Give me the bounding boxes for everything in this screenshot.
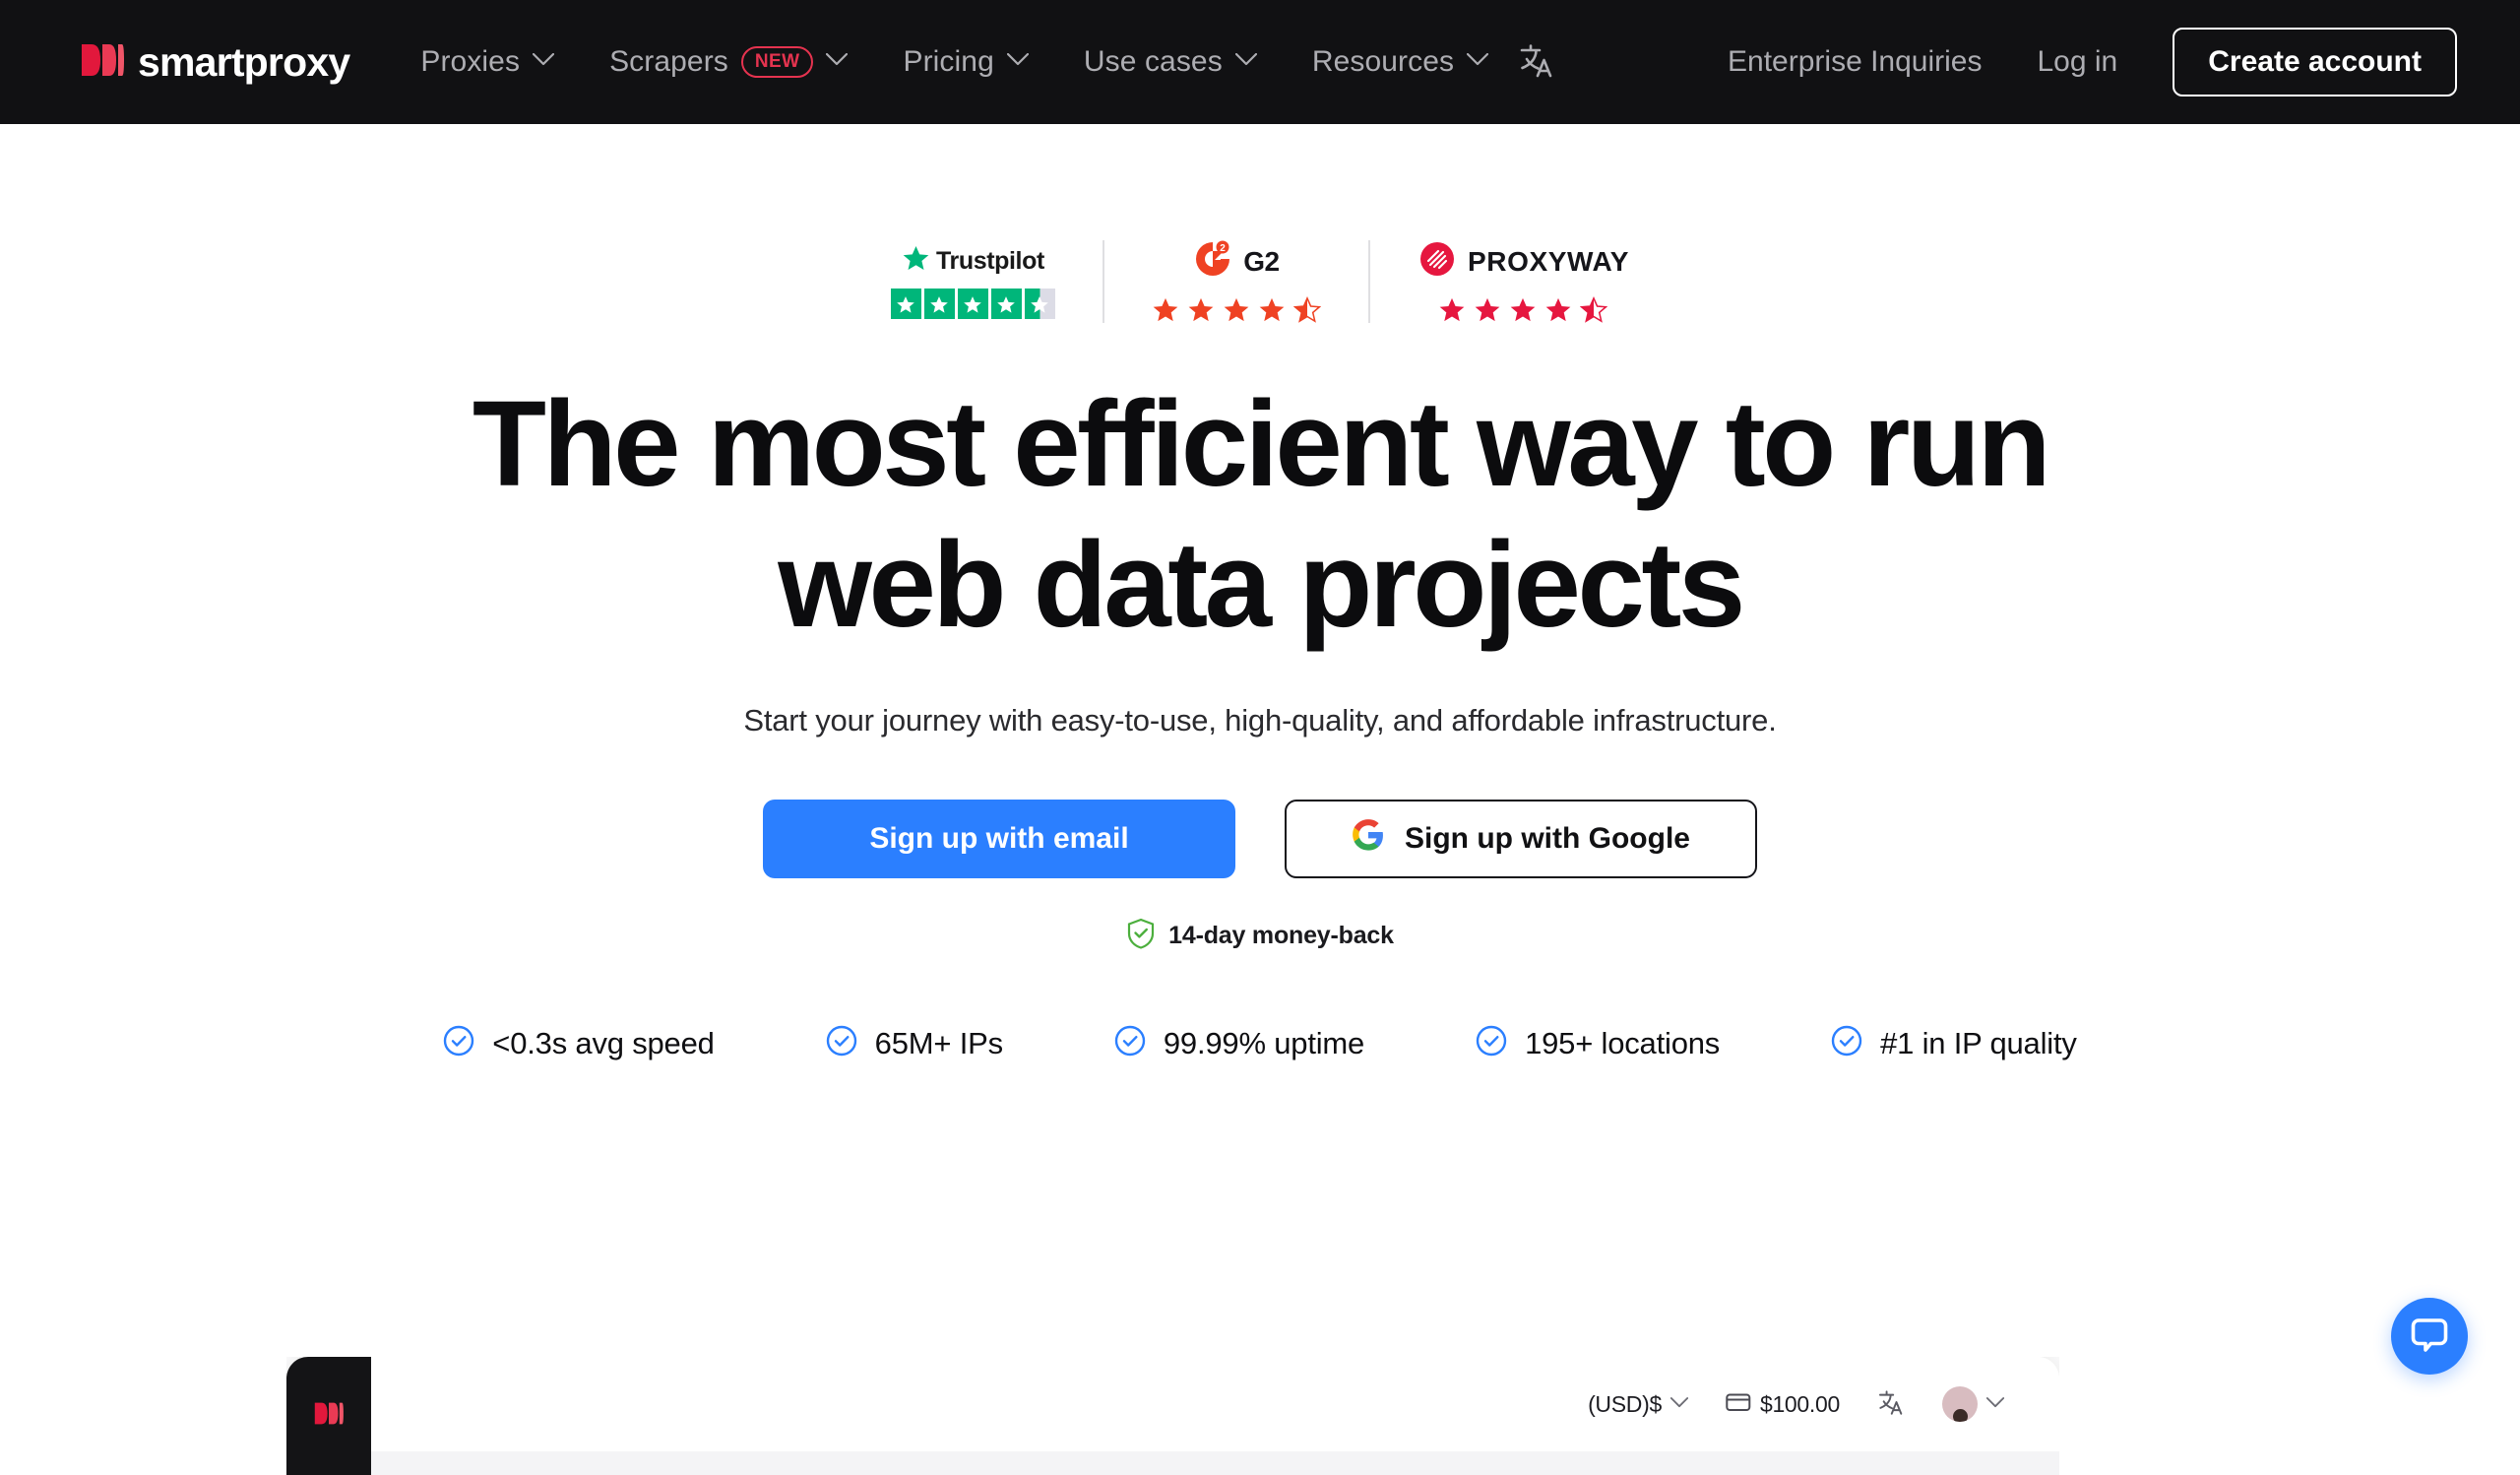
trust-badge-name: G2 bbox=[1243, 246, 1279, 278]
create-account-button[interactable]: Create account bbox=[2173, 28, 2457, 96]
g2-logo-icon: 2 bbox=[1193, 239, 1232, 284]
feature-label: #1 in IP quality bbox=[1880, 1026, 2077, 1061]
nav-item-label: Resources bbox=[1312, 45, 1454, 79]
brand-logo[interactable]: smartproxy bbox=[81, 42, 349, 83]
google-g-icon bbox=[1352, 818, 1385, 860]
feature-item-avg-speed: <0.3s avg speed bbox=[443, 1025, 714, 1061]
smartproxy-waves-logo-icon bbox=[81, 43, 124, 82]
sign-up-with-email-button[interactable]: Sign up with email bbox=[763, 800, 1235, 878]
page-subtitle: Start your journey with easy-to-use, hig… bbox=[0, 703, 2520, 738]
sign-up-with-google-label: Sign up with Google bbox=[1405, 822, 1690, 856]
nav-item-label: Scrapers bbox=[609, 45, 728, 79]
check-circle-icon bbox=[826, 1025, 857, 1061]
feature-label: 99.99% uptime bbox=[1164, 1026, 1364, 1061]
feature-item-locations: 195+ locations bbox=[1476, 1025, 1720, 1061]
mockup-topbar: (USD)$ $100.00 bbox=[371, 1357, 2059, 1451]
avatar bbox=[1942, 1386, 1978, 1422]
translate-icon[interactable] bbox=[1518, 41, 1555, 84]
new-badge: NEW bbox=[741, 46, 814, 78]
nav-item-proxies[interactable]: Proxies bbox=[420, 45, 554, 79]
chevron-down-icon bbox=[1235, 53, 1257, 71]
trust-badge-name: PROXYWAY bbox=[1468, 246, 1629, 278]
smartproxy-waves-logo-icon bbox=[314, 1402, 344, 1430]
check-circle-icon bbox=[1831, 1025, 1862, 1061]
sign-up-with-google-button[interactable]: Sign up with Google bbox=[1285, 800, 1757, 878]
g2-rating-stars bbox=[1152, 296, 1321, 324]
feature-label: <0.3s avg speed bbox=[492, 1026, 714, 1061]
trust-badge-proxyway[interactable]: PROXYWAY bbox=[1370, 239, 1676, 324]
wallet-icon bbox=[1726, 1391, 1751, 1418]
currency-selector[interactable]: (USD)$ bbox=[1588, 1391, 1688, 1418]
page-title: The most efficient way to run web data p… bbox=[0, 375, 2520, 656]
check-circle-icon bbox=[1476, 1025, 1507, 1061]
check-circle-icon bbox=[443, 1025, 474, 1061]
chevron-down-icon bbox=[1986, 1395, 2004, 1413]
check-circle-icon bbox=[1114, 1025, 1146, 1061]
trust-badges: Trustpilot 2 bbox=[0, 239, 2520, 324]
mockup-sidebar bbox=[286, 1357, 371, 1475]
nav-item-enterprise-inquiries[interactable]: Enterprise Inquiries bbox=[1728, 45, 1982, 79]
nav-item-label: Pricing bbox=[903, 45, 993, 79]
proxyway-logo-icon bbox=[1418, 239, 1457, 284]
chevron-down-icon bbox=[826, 53, 848, 71]
trust-badge-trustpilot[interactable]: Trustpilot bbox=[844, 244, 1102, 319]
nav-item-log-in[interactable]: Log in bbox=[2038, 45, 2118, 79]
shield-check-icon bbox=[1126, 918, 1156, 954]
nav-item-label: Use cases bbox=[1084, 45, 1223, 79]
primary-nav: Proxies Scrapers NEW Pricing Use cases bbox=[420, 41, 1601, 84]
svg-text:2: 2 bbox=[1221, 243, 1227, 254]
chevron-down-icon bbox=[1670, 1395, 1688, 1413]
headline-line-2: web data projects bbox=[778, 518, 1741, 653]
money-back-guarantee: 14-day money-back bbox=[0, 918, 2520, 954]
feature-label: 65M+ IPs bbox=[875, 1026, 1003, 1061]
chevron-down-icon bbox=[533, 53, 554, 71]
user-account-menu[interactable] bbox=[1942, 1386, 2004, 1422]
headline-line-1: The most efficient way to run bbox=[472, 377, 2048, 512]
proxyway-rating-stars bbox=[1438, 296, 1607, 324]
balance-label: $100.00 bbox=[1760, 1391, 1840, 1418]
feature-item-ip-quality: #1 in IP quality bbox=[1831, 1025, 2077, 1061]
nav-item-pricing[interactable]: Pricing bbox=[903, 45, 1028, 79]
mockup-content-area bbox=[371, 1451, 2059, 1475]
live-chat-button[interactable] bbox=[2391, 1298, 2468, 1375]
feature-highlights: <0.3s avg speed 65M+ IPs 99.99% uptime 1… bbox=[0, 1025, 2520, 1061]
money-back-label: 14-day money-back bbox=[1168, 922, 1394, 950]
chevron-down-icon bbox=[1007, 53, 1029, 71]
trust-badge-g2[interactable]: 2 G2 bbox=[1104, 239, 1368, 324]
nav-item-label: Proxies bbox=[420, 45, 520, 79]
trustpilot-rating-stars bbox=[891, 289, 1055, 319]
feature-item-ips: 65M+ IPs bbox=[826, 1025, 1003, 1061]
trust-badge-name: Trustpilot bbox=[936, 247, 1044, 276]
chat-bubble-icon bbox=[2409, 1314, 2450, 1360]
secondary-nav: Enterprise Inquiries Log in Create accou… bbox=[1728, 28, 2457, 96]
feature-item-uptime: 99.99% uptime bbox=[1114, 1025, 1364, 1061]
dashboard-preview-mockup: (USD)$ $100.00 bbox=[286, 1357, 2059, 1475]
feature-label: 195+ locations bbox=[1525, 1026, 1720, 1061]
nav-item-scrapers[interactable]: Scrapers NEW bbox=[609, 45, 848, 79]
hero-section: Trustpilot 2 bbox=[0, 239, 2520, 1061]
account-balance[interactable]: $100.00 bbox=[1726, 1391, 1840, 1418]
nav-item-resources[interactable]: Resources bbox=[1312, 45, 1488, 79]
trustpilot-star-icon bbox=[902, 244, 930, 278]
brand-name: smartproxy bbox=[138, 42, 349, 83]
nav-item-use-cases[interactable]: Use cases bbox=[1084, 45, 1257, 79]
translate-icon[interactable] bbox=[1877, 1388, 1905, 1421]
currency-label: (USD)$ bbox=[1588, 1391, 1662, 1418]
chevron-down-icon bbox=[1467, 53, 1488, 71]
top-navigation-bar: smartproxy Proxies Scrapers NEW Pricing … bbox=[0, 0, 2520, 124]
cta-button-row: Sign up with email Sign up with Google bbox=[0, 800, 2520, 878]
